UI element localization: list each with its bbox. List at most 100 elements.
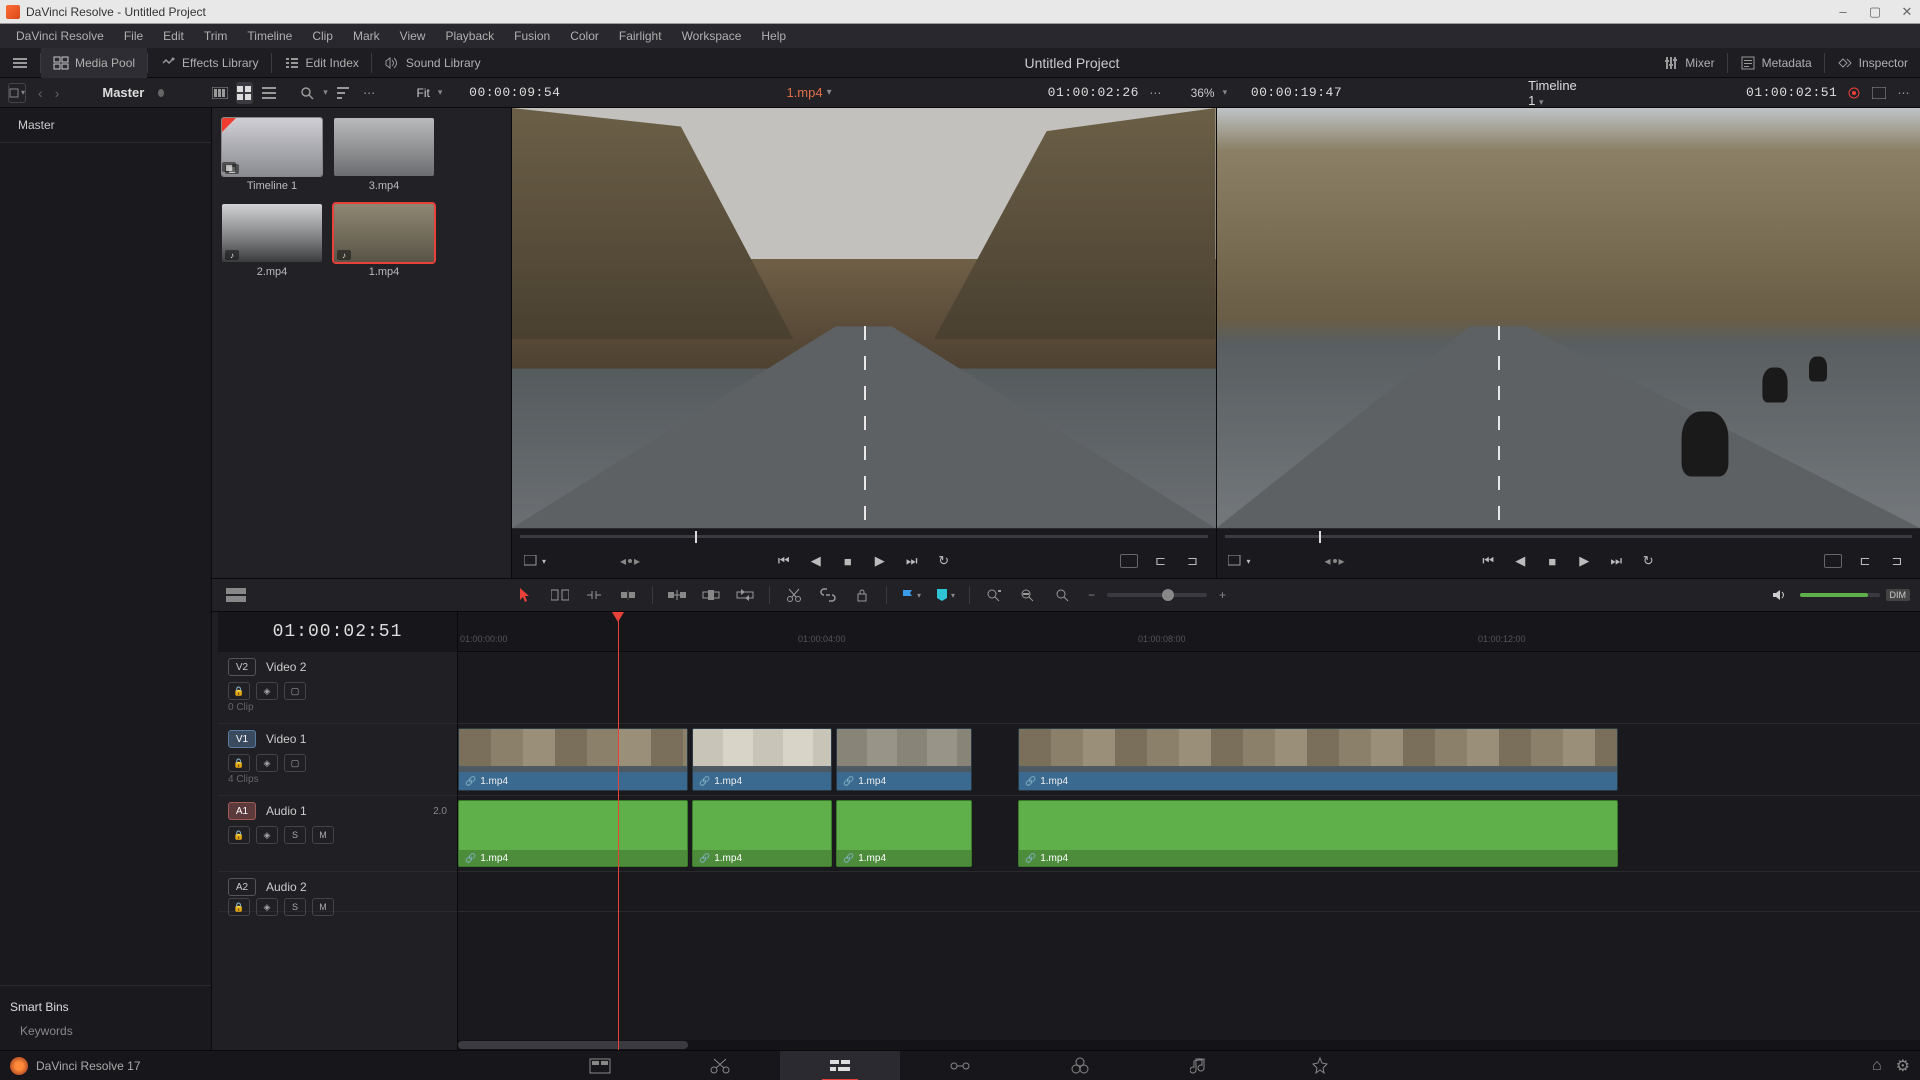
track-label-a1[interactable]: A1 [228, 802, 256, 820]
thumb-2mp4[interactable]: ♪ 2.mp4 [222, 204, 322, 278]
source-mode-dropdown[interactable]: ▾ [522, 550, 548, 572]
volume-slider[interactable] [1800, 593, 1880, 597]
detail-zoom-button[interactable] [1014, 583, 1042, 607]
solo-button[interactable]: S [284, 826, 306, 844]
step-back-button[interactable]: ◀ [803, 550, 829, 572]
menu-help[interactable]: Help [751, 25, 796, 47]
track-lock-button[interactable]: 🔒 [228, 682, 250, 700]
track-disable-button[interactable]: ▢ [284, 682, 306, 700]
mark-in-button[interactable]: ⊏ [1148, 550, 1174, 572]
cut-page-tab[interactable] [660, 1051, 780, 1080]
goto-last-button[interactable]: ⏭ [1603, 550, 1629, 572]
master-bin[interactable]: Master [10, 114, 201, 136]
audio-clip[interactable]: 🔗1.mp4 [458, 800, 688, 867]
track-lane-a2[interactable] [458, 872, 1920, 912]
video-clip[interactable]: 🔗1.mp4 [458, 728, 688, 791]
menu-clip[interactable]: Clip [302, 25, 343, 47]
strip-view-button[interactable] [211, 82, 228, 104]
source-canvas[interactable] [512, 108, 1216, 528]
track-lane-a1[interactable]: 🔗1.mp4 🔗1.mp4 🔗1.mp4 🔗1.mp4 [458, 796, 1920, 872]
replace-clip-button[interactable] [731, 583, 759, 607]
audio-clip[interactable]: 🔗1.mp4 [692, 800, 832, 867]
zoom-full-button[interactable] [980, 583, 1008, 607]
track-header-v1[interactable]: V1Video 1 🔒◈▢ 4 Clips [218, 724, 457, 796]
source-fit-dropdown[interactable]: Fit [417, 86, 430, 100]
menu-workspace[interactable]: Workspace [672, 25, 752, 47]
bypass-button[interactable] [1845, 82, 1862, 104]
track-label-a2[interactable]: A2 [228, 878, 256, 896]
source-scrubber[interactable] [512, 528, 1216, 544]
trim-tool[interactable] [546, 583, 574, 607]
menu-fusion[interactable]: Fusion [504, 25, 560, 47]
project-settings-button[interactable]: ⚙ [1896, 1056, 1910, 1076]
track-header-a1[interactable]: A1Audio 12.0 🔒◈SM [218, 796, 457, 872]
track-label-v2[interactable]: V2 [228, 658, 256, 676]
zoom-in-button[interactable]: + [1213, 588, 1232, 602]
match-frame-button[interactable] [1820, 550, 1846, 572]
insert-clip-button[interactable] [663, 583, 691, 607]
nav-back-button[interactable]: ‹ [34, 85, 47, 101]
track-lock-button[interactable]: 🔒 [228, 898, 250, 916]
track-disable-button[interactable]: ▢ [284, 754, 306, 772]
edit-index-button[interactable]: Edit Index [272, 48, 371, 78]
auto-select-button[interactable]: ◈ [256, 754, 278, 772]
auto-select-button[interactable]: ◈ [256, 682, 278, 700]
media-pool-button[interactable]: Media Pool [41, 48, 147, 78]
zoom-out-button[interactable]: − [1082, 588, 1101, 602]
marker-dropdown[interactable]: ▾ [931, 583, 959, 607]
stop-button[interactable]: ■ [1539, 550, 1565, 572]
position-lock-button[interactable] [848, 583, 876, 607]
menu-view[interactable]: View [390, 25, 436, 47]
nav-forward-button[interactable]: › [51, 85, 64, 101]
dim-button[interactable]: DIM [1886, 589, 1911, 601]
video-clip[interactable]: 🔗1.mp4 [836, 728, 972, 791]
play-button[interactable]: ▶ [867, 550, 893, 572]
source-jog[interactable]: ◂▸ [620, 554, 640, 568]
menu-davinci[interactable]: DaVinci Resolve [6, 25, 114, 47]
timeline-name-dropdown[interactable]: Timeline 1 ▾ [1528, 78, 1580, 108]
inspector-button[interactable]: Inspector [1825, 48, 1920, 78]
maximize-button[interactable]: ▢ [1868, 5, 1882, 19]
thumb-1mp4[interactable]: ♪ 1.mp4 [334, 204, 434, 278]
auto-select-button[interactable]: ◈ [256, 826, 278, 844]
video-clip[interactable]: 🔗1.mp4 [1018, 728, 1618, 791]
media-page-tab[interactable] [540, 1051, 660, 1080]
mixer-button[interactable]: Mixer [1651, 48, 1726, 78]
mute-button[interactable] [1766, 583, 1794, 607]
track-header-v2[interactable]: V2Video 2 🔒◈▢ 0 Clip [218, 652, 457, 724]
menu-timeline[interactable]: Timeline [237, 25, 302, 47]
track-header-a2[interactable]: A2Audio 2 🔒◈SM [218, 872, 457, 912]
track-lane-v1[interactable]: 🔗1.mp4 🔗1.mp4 🔗1.mp4 🔗1.mp4 [458, 724, 1920, 796]
mark-in-button[interactable]: ⊏ [1852, 550, 1878, 572]
menu-playback[interactable]: Playback [435, 25, 504, 47]
timeline-zoom-dropdown[interactable]: 36% [1191, 86, 1215, 100]
search-button[interactable] [298, 82, 315, 104]
dynamic-trim-tool[interactable] [580, 583, 608, 607]
source-clip-name[interactable]: 1.mp4▾ [786, 85, 831, 100]
timeline-jog[interactable]: ◂▸ [1325, 554, 1345, 568]
timeline-view-button[interactable] [0, 48, 40, 78]
timeline-scrollbar[interactable] [458, 1040, 1920, 1050]
auto-select-button[interactable]: ◈ [256, 898, 278, 916]
breadcrumb[interactable]: Master [102, 85, 144, 100]
timeline-mode-dropdown[interactable]: ▾ [1227, 550, 1253, 572]
custom-zoom-button[interactable] [1048, 583, 1076, 607]
source-options-button[interactable]: ⋯ [1147, 82, 1164, 104]
selection-tool[interactable] [512, 583, 540, 607]
overwrite-clip-button[interactable] [697, 583, 725, 607]
home-button[interactable]: ⌂ [1872, 1057, 1882, 1075]
menu-fairlight[interactable]: Fairlight [609, 25, 672, 47]
metadata-button[interactable]: Metadata [1728, 48, 1824, 78]
fusion-page-tab[interactable] [900, 1051, 1020, 1080]
blade-tool[interactable] [614, 583, 642, 607]
track-lane-v2[interactable] [458, 652, 1920, 724]
options-button[interactable]: ⋯ [361, 82, 378, 104]
menu-color[interactable]: Color [560, 25, 609, 47]
goto-last-button[interactable]: ⏭ [899, 550, 925, 572]
sort-button[interactable] [336, 82, 353, 104]
smart-bins-heading[interactable]: Smart Bins [10, 994, 201, 1020]
menu-trim[interactable]: Trim [194, 25, 238, 47]
loop-button[interactable]: ↻ [931, 550, 957, 572]
timeline-view-options[interactable] [222, 583, 250, 607]
timeline-scrubber[interactable] [1217, 528, 1920, 544]
